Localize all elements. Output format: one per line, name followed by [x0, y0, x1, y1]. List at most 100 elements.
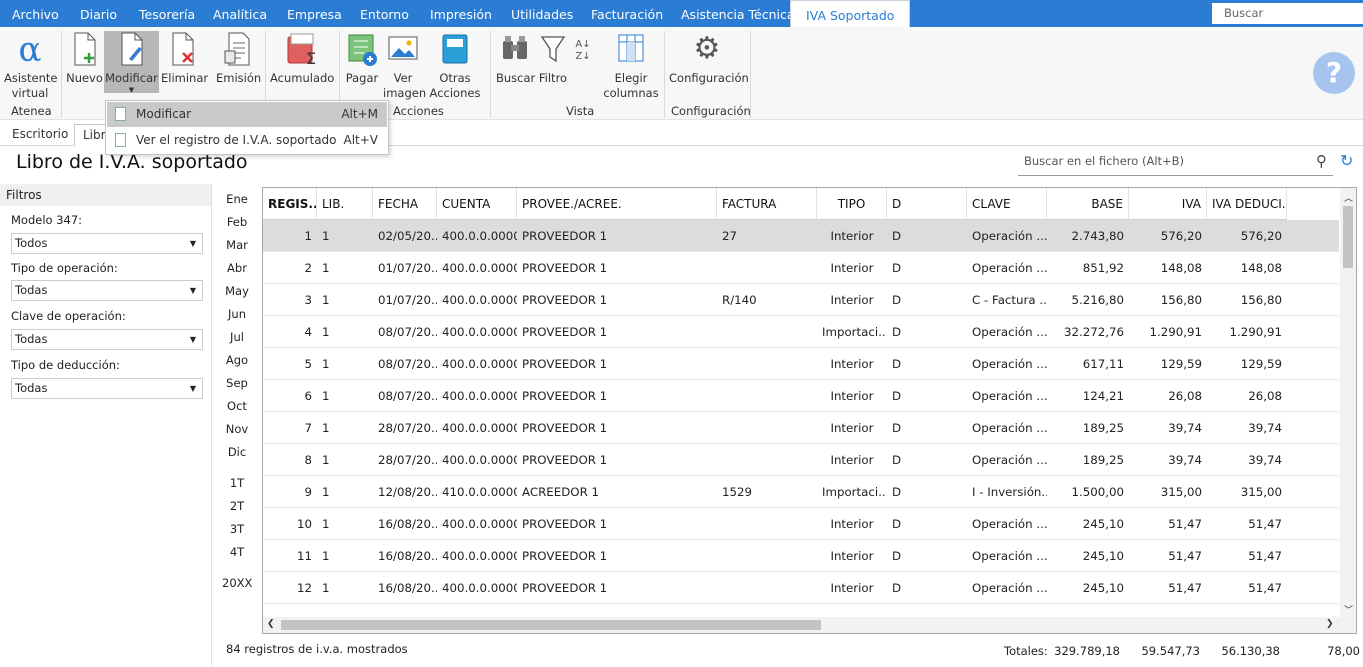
scroll-left-icon[interactable]: ❮ — [267, 619, 275, 629]
tipo-deduccion-label: Tipo de deducción: — [11, 358, 120, 372]
table-row[interactable]: 11116/08/20...400.0.0.00001PROVEEDOR 1In… — [263, 540, 1339, 572]
column-header-factura[interactable]: FACTURA — [717, 188, 817, 220]
otras-acciones-button[interactable]: Otras Acciones — [427, 31, 483, 101]
help-icon[interactable]: ? — [1313, 52, 1355, 94]
menu-item-ver-registro[interactable]: Ver el registro de I.V.A. soportado Alt+… — [107, 128, 387, 153]
horizontal-scroll-thumb[interactable] — [281, 620, 821, 630]
table-row[interactable]: 31 01/07/20... 400.0.0.00000 PROVEEDOR 1 R/1… — [263, 284, 1339, 316]
table-row[interactable]: 41 08/07/20... 400.0.0.00001 PROVEEDOR 1 Imp… — [263, 316, 1339, 348]
month-jul[interactable]: Jul — [222, 330, 252, 344]
filtro-button[interactable]: Filtro — [537, 31, 569, 86]
cell-tipo: Interior — [830, 389, 874, 403]
month-abr[interactable]: Abr — [222, 261, 252, 275]
filters-header: Filtros — [0, 184, 211, 206]
table-row[interactable]: 71 28/07/20... 400.0.0.00001 PROVEEDOR 1 Int… — [263, 412, 1339, 444]
table-row[interactable]: 51 08/07/20... 400.0.0.00001 PROVEEDOR 1 Int… — [263, 348, 1339, 380]
cell-d: D — [892, 549, 902, 563]
modelo-347-select[interactable]: Todos ▼ — [11, 233, 203, 254]
menu-diario[interactable]: Diario — [80, 0, 117, 27]
column-header-fecha[interactable]: FECHA — [373, 188, 437, 220]
menu-entorno[interactable]: Entorno — [360, 0, 409, 27]
month-dic[interactable]: Dic — [222, 445, 252, 459]
file-search-input[interactable]: Buscar en el fichero (Alt+B) ⚲ ↻ — [1018, 150, 1363, 177]
month-oct[interactable]: Oct — [222, 399, 252, 413]
table-row[interactable]: 12 1 16/08/20... 400.0.0.00001 PROVEEDOR 1 In… — [263, 572, 1339, 604]
month-sep[interactable]: Sep — [222, 376, 252, 390]
configuracion-button[interactable]: ⚙ Configuración — [669, 31, 749, 86]
scroll-up-icon[interactable]: ︿ — [1344, 191, 1353, 204]
acumulado-button[interactable]: Σ Acumulado — [270, 31, 334, 86]
table-row[interactable]: 21 01/07/20... 400.0.0.00001 PROVEEDOR 1 Int… — [263, 252, 1339, 284]
table-row[interactable]: 11 02/05/20... 400.0.0.00000 PROVEEDOR 1 27 I… — [263, 220, 1339, 252]
quarter-2t[interactable]: 2T — [222, 499, 252, 513]
month-mar[interactable]: Mar — [222, 238, 252, 252]
scroll-right-icon[interactable]: ❯ — [1326, 619, 1334, 629]
cell-proveedor: PROVEEDOR 1 — [522, 261, 608, 275]
menu-asistencia-tecnica[interactable]: Asistencia Técnica — [681, 0, 795, 27]
search-icon[interactable]: ⚲ — [1316, 152, 1327, 170]
menu-facturacion[interactable]: Facturación — [591, 0, 663, 27]
pagar-button[interactable]: Pagar — [343, 31, 381, 86]
nuevo-button[interactable]: Nuevo — [66, 31, 103, 86]
column-header-clave[interactable]: CLAVE — [967, 188, 1047, 220]
asistente-virtual-button[interactable]: α Asistente virtual — [4, 31, 58, 101]
cell-base: 189,25 — [1082, 421, 1124, 435]
eliminar-button[interactable]: Eliminar — [161, 31, 208, 86]
column-header-iva-deducible[interactable]: IVA DEDUCI... — [1207, 188, 1287, 220]
table-row[interactable]: 10 1 16/08/20... 400.0.0.00001 PROVEEDOR 1 In… — [263, 508, 1339, 540]
tab-iva-soportado[interactable]: IVA Soportado — [790, 0, 911, 27]
table-row[interactable]: 81 28/07/20... 400.0.0.00001 PROVEEDOR 1 Int… — [263, 444, 1339, 476]
menu-item-modificar[interactable]: Modificar Alt+M — [107, 102, 387, 127]
cell-cuenta: 400.0.0.00001 — [442, 421, 517, 435]
quarter-3t[interactable]: 3T — [222, 522, 252, 536]
cell-fecha: 02/05/20... — [378, 229, 437, 243]
month-may[interactable]: May — [222, 284, 252, 298]
cell-iva-deducible: 576,20 — [1240, 229, 1282, 243]
column-header-proveedor[interactable]: PROVEE./ACREE. — [517, 188, 717, 220]
scroll-down-icon[interactable]: ﹀ — [1344, 603, 1353, 616]
month-ago[interactable]: Ago — [222, 353, 252, 367]
month-jun[interactable]: Jun — [222, 307, 252, 321]
clave-operacion-select[interactable]: Todas ▼ — [11, 329, 203, 350]
tipo-deduccion-select[interactable]: Todas ▼ — [11, 378, 203, 399]
horizontal-scrollbar[interactable]: ❮ ❯ — [263, 617, 1340, 633]
column-header-iva[interactable]: IVA — [1129, 188, 1207, 220]
quarter-4t[interactable]: 4T — [222, 545, 252, 559]
month-nov[interactable]: Nov — [222, 422, 252, 436]
modificar-button[interactable]: Modificar ▼ — [104, 31, 159, 94]
menu-archivo[interactable]: Archivo — [12, 0, 59, 27]
month-ene[interactable]: Ene — [222, 192, 252, 206]
tab-escritorio[interactable]: Escritorio — [4, 124, 76, 146]
cell-iva: 576,20 — [1160, 229, 1202, 243]
column-header-base[interactable]: BASE — [1047, 188, 1129, 220]
year-selector[interactable]: 20XX — [222, 576, 252, 590]
cell-cuenta: 400.0.0.00001 — [442, 261, 517, 275]
refresh-icon[interactable]: ↻ — [1340, 151, 1353, 170]
menu-impresion[interactable]: Impresión — [430, 0, 492, 27]
vertical-scroll-thumb[interactable] — [1343, 206, 1353, 268]
emision-button[interactable]: Emisión — [216, 31, 261, 86]
cell-factura — [717, 412, 817, 443]
table-row[interactable]: 91 12/08/20... 410.0.0.00001 ACREEDOR 1 1529… — [263, 476, 1339, 508]
column-header-registro[interactable]: REGIS... — [263, 188, 317, 220]
vertical-scrollbar[interactable]: ︿ ﹀ — [1340, 188, 1356, 633]
column-header-d[interactable]: D — [887, 188, 967, 220]
buscar-button[interactable]: Buscar — [496, 31, 535, 86]
cell-registro: 2 — [304, 261, 312, 275]
month-feb[interactable]: Feb — [222, 215, 252, 229]
column-header-cuenta[interactable]: CUENTA — [437, 188, 517, 220]
menu-analitica[interactable]: Analítica — [213, 0, 267, 27]
ver-imagen-button[interactable]: Ver imagen — [383, 31, 426, 101]
table-row[interactable]: 61 08/07/20... 400.0.0.00001 PROVEEDOR 1 Int… — [263, 380, 1339, 412]
menu-utilidades[interactable]: Utilidades — [511, 0, 573, 27]
sort-button[interactable]: A↓ Z↓ — [572, 31, 594, 71]
tipo-operacion-select[interactable]: Todas ▼ — [11, 280, 203, 301]
column-header-tipo[interactable]: TIPO — [817, 188, 887, 220]
quarter-1t[interactable]: 1T — [222, 476, 252, 490]
top-search-input[interactable]: Buscar — [1212, 3, 1363, 24]
menu-empresa[interactable]: Empresa — [287, 0, 342, 27]
menu-tesoreria[interactable]: Tesorería — [139, 0, 195, 27]
column-header-libro[interactable]: LIB. — [317, 188, 373, 220]
elegir-columnas-button[interactable]: Elegir columnas — [603, 31, 659, 101]
cell-factura: 1529 — [722, 485, 753, 499]
